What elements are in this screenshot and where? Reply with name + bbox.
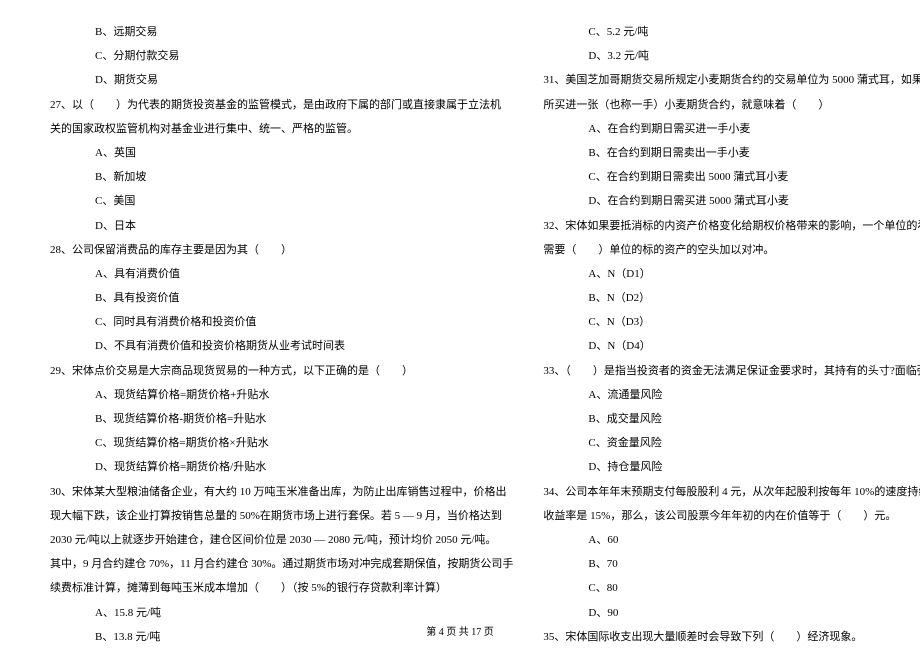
q32-option-b: B、N（D2） [543,286,920,310]
q32-option-c: C、N（D3） [543,310,920,334]
q29-option-b: B、现货结算价格-期货价格=升贴水 [50,407,513,431]
q30-option-d: D、3.2 元/吨 [543,44,920,68]
q33-option-d: D、持仓量风险 [543,455,920,479]
page-footer: 第 4 页 共 17 页 [0,623,920,638]
q26-option-b: B、远期交易 [50,20,513,44]
q34-option-a: A、60 [543,528,920,552]
q29-option-c: C、现货结算价格=期货价格×升贴水 [50,431,513,455]
q27-line2: 关的国家政权监管机构对基金业进行集中、统一、严格的监管。 [50,117,513,141]
q27-option-c: C、美国 [50,189,513,213]
q34-option-d: D、90 [543,601,920,625]
q33-option-c: C、资金量风险 [543,431,920,455]
q27-option-d: D、日本 [50,214,513,238]
q34-line1: 34、公司本年年末预期支付每股股利 4 元，从次年起股利按每年 10%的速度持续… [543,480,920,504]
exam-page: B、远期交易 C、分期付款交易 D、期货交易 27、以（ ）为代表的期货投资基金… [0,0,920,649]
q30-line4: 其中，9 月合约建仓 70%，11 月合约建仓 30%。通过期货市场对冲完成套期… [50,552,513,576]
q30-line5: 续费标准计算，摊薄到每吨玉米成本增加（ ）（按 5%的银行存贷款利率计算） [50,576,513,600]
q31-option-c: C、在合约到期日需卖出 5000 蒲式耳小麦 [543,165,920,189]
q34-option-c: C、80 [543,576,920,600]
q28-option-d: D、不具有消费价值和投资价格期货从业考试时间表 [50,334,513,358]
q27-option-a: A、英国 [50,141,513,165]
left-column: B、远期交易 C、分期付款交易 D、期货交易 27、以（ ）为代表的期货投资基金… [50,20,513,649]
q27-line1: 27、以（ ）为代表的期货投资基金的监管模式，是由政府下属的部门或直接隶属于立法… [50,93,513,117]
q30-line3: 2030 元/吨以上就逐步开始建仓，建仓区间价位是 2030 — 2080 元/… [50,528,513,552]
q34-line2: 收益率是 15%，那么，该公司股票今年年初的内在价值等于（ ）元。 [543,504,920,528]
q26-option-d: D、期货交易 [50,68,513,92]
q31-option-d: D、在合约到期日需买进 5000 蒲式耳小麦 [543,189,920,213]
q32-line1: 32、宋体如果要抵消标的内资产价格变化给期权价格带来的影响，一个单位的看涨期权多… [543,214,920,238]
q30-option-c: C、5.2 元/吨 [543,20,920,44]
q33-option-b: B、成交量风险 [543,407,920,431]
q30-line1: 30、宋体某大型粮油储备企业，有大约 10 万吨玉米准备出库，为防止出库销售过程… [50,480,513,504]
q34-option-b: B、70 [543,552,920,576]
q30-line2: 现大幅下跌，该企业打算按销售总量的 50%在期货市场上进行套保。若 5 — 9 … [50,504,513,528]
q32-line2: 需要（ ）单位的标的资产的空头加以对冲。 [543,238,920,262]
q33-option-a: A、流通量风险 [543,383,920,407]
q29-option-d: D、现货结算价格=期货价格/升贴水 [50,455,513,479]
q29-option-a: A、现货结算价格=期货价格+升贴水 [50,383,513,407]
q28: 28、公司保留消费品的库存主要是因为其（ ） [50,238,513,262]
right-column: C、5.2 元/吨 D、3.2 元/吨 31、美国芝加哥期货交易所规定小麦期货合… [543,20,920,649]
q33: 33、（ ）是指当投资者的资金无法满足保证金要求时，其持有的头寸?面临强制平仓的… [543,359,920,383]
q28-option-b: B、具有投资价值 [50,286,513,310]
q32-option-a: A、N（D1） [543,262,920,286]
q32-option-d: D、N（D4） [543,334,920,358]
q26-option-c: C、分期付款交易 [50,44,513,68]
q28-option-a: A、具有消费价值 [50,262,513,286]
q31-line2: 所买进一张（也称一手）小麦期货合约，就意味着（ ） [543,93,920,117]
q31-line1: 31、美国芝加哥期货交易所规定小麦期货合约的交易单位为 5000 蒲式耳，如果交… [543,68,920,92]
q31-option-a: A、在合约到期日需买进一手小麦 [543,117,920,141]
q27-option-b: B、新加坡 [50,165,513,189]
q31-option-b: B、在合约到期日需卖出一手小麦 [543,141,920,165]
q29: 29、宋体点价交易是大宗商品现货贸易的一种方式，以下正确的是（ ） [50,359,513,383]
q30-option-a: A、15.8 元/吨 [50,601,513,625]
q28-option-c: C、同时具有消费价格和投资价值 [50,310,513,334]
